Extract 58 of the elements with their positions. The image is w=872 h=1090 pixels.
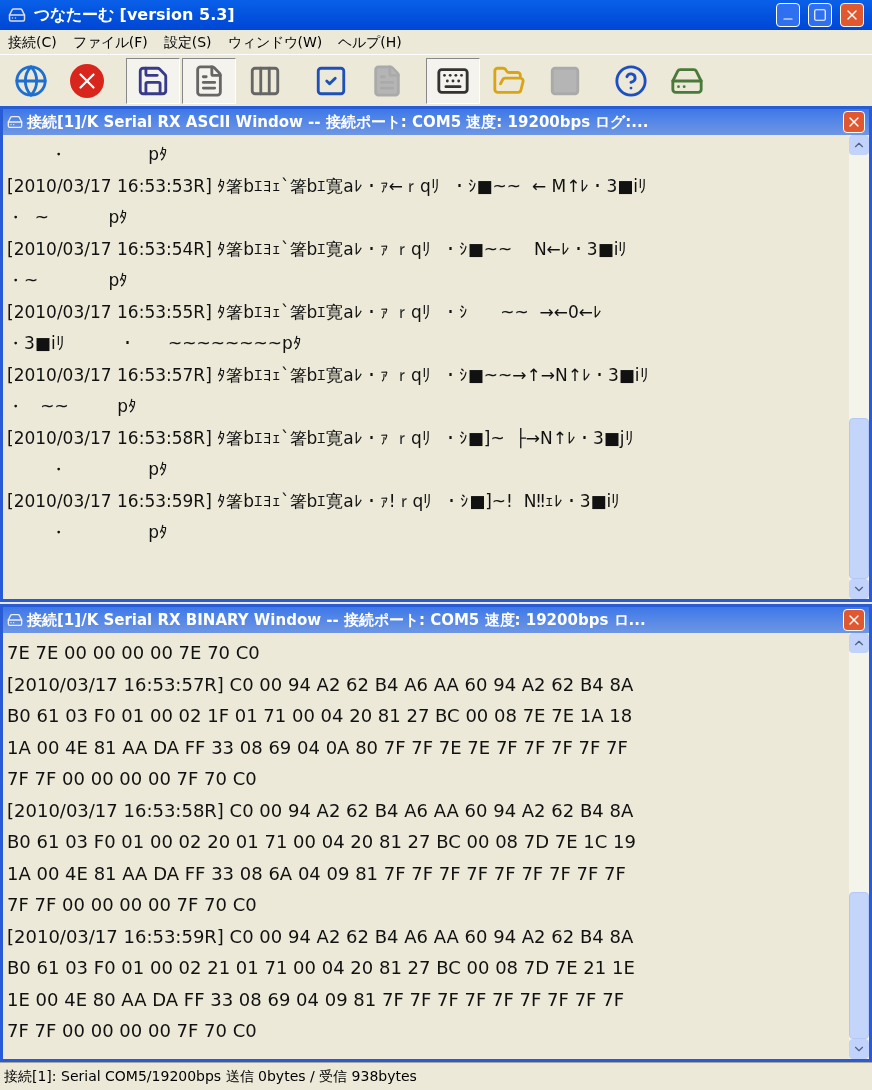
scrollbar[interactable]	[849, 135, 869, 599]
log-line: B0 61 03 F0 01 00 02 21 01 71 00 04 20 81 27 BC 00 08 7D 7E 21 1E	[7, 956, 636, 980]
log-line: B0 61 03 F0 01 00 02 20 01 71 00 04 20 81 27 BC 00 08 7D 7E 1C 19	[7, 830, 637, 854]
app-icon	[8, 6, 26, 24]
scroll-up-button[interactable]	[849, 135, 869, 155]
toolbar-button[interactable]	[182, 57, 236, 104]
window-title: つなたーむ [version 5.3]	[34, 4, 236, 26]
menu-item[interactable]: ウィンドウ(W)	[227, 31, 323, 53]
log-line: [2010/03/17 16:53:57R] C0 00 94 A2 62 B4 A6 AA 60 94 A2 62 B4 8A	[7, 672, 635, 697]
app-icon	[7, 612, 23, 628]
close-button[interactable]	[843, 111, 865, 133]
maximize-button[interactable]	[808, 3, 832, 27]
log-line: [2010/03/17 16:53:58R] ﾀ箸bｴﾖｪ`箸bｴ寛aﾚ・ｧ ｒqﾘ ・ｼ■]~ ├→N↑ﾚ・3■jﾘ	[7, 426, 635, 451]
log-line: ・~ pﾀ	[7, 269, 130, 292]
minimize-button[interactable]	[776, 3, 800, 27]
log-line: [2010/03/17 16:53:53R] ﾀ箸bｴﾖｪ`箸bｴ寛aﾚ・ｧ←ｒqﾘ ・ｼ■~~ ← M↑ﾚ・3■iﾘ	[7, 174, 649, 198]
log-line: [2010/03/17 16:53:59R] C0 00 94 A2 62 B4 A6 AA 60 94 A2 62 B4 8A	[7, 924, 635, 949]
scroll-down-button[interactable]	[849, 1039, 869, 1059]
log-line: 7F 7F 00 00 00 00 7F 70 C0	[7, 767, 258, 791]
scroll-thumb[interactable]	[849, 892, 869, 1039]
menu-item[interactable]: ファイル(F)	[72, 31, 148, 53]
log-line: ・ ~ pﾀ	[7, 206, 130, 229]
log-line: 7F 7F 00 00 00 00 7F 70 C0	[7, 893, 258, 917]
globe-icon	[14, 63, 48, 98]
log-line: [2010/03/17 16:53:58R] C0 00 94 A2 62 B4 A6 AA 60 94 A2 62 B4 8A	[7, 798, 635, 823]
log-line: ・3■iﾘ ・ ~~~~~~~~pﾀ	[7, 332, 303, 355]
scroll-up-button[interactable]	[849, 633, 869, 653]
close-button[interactable]	[843, 609, 865, 631]
app-icon	[7, 114, 23, 130]
log-line: ・ ~~ pﾀ	[7, 395, 139, 418]
log-line: 1E 00 4E 80 AA DA FF 33 08 69 04 09 81 7F 7F 7F 7F 7F 7F 7F 7F 7F	[7, 987, 625, 1012]
window-title: 接続[1]/K Serial RX BINARY Window -- 接続ポート: COM5 速度: 19200bps ロ...	[27, 609, 647, 631]
log-line: ・ pﾀ	[49, 521, 170, 544]
status-text: 接続[1]: Serial COM5/19200bps 送信 0bytes / 受信 938bytes	[4, 1067, 417, 1086]
toolbar-button[interactable]	[126, 57, 180, 104]
close-button[interactable]	[840, 3, 864, 27]
log-line: B0 61 03 F0 01 00 02 1F 01 71 00 04 20 81 27 BC 00 08 7E 7E 1A 18	[7, 704, 634, 728]
log-line: ・ pﾀ	[49, 143, 170, 166]
log-line: [2010/03/17 16:53:55R] ﾀ箸bｴﾖｪ`箸bｴ寛aﾚ・ｧ ｒqﾘ ・ｼ ~~ →←0←ﾚ	[7, 300, 603, 324]
menu-item[interactable]: ヘルプ(H)	[338, 31, 402, 53]
menu-item[interactable]: 設定(S)	[163, 31, 212, 53]
log-line: 1A 00 4E 81 AA DA FF 33 08 69 04 0A 80 7F 7F 7E 7E 7F 7F 7F 7F 7F	[7, 735, 629, 760]
log-line: [2010/03/17 16:53:57R] ﾀ箸bｴﾖｪ`箸bｴ寛aﾚ・ｧ ｒqﾘ ・ｼ■~~→↑→N↑ﾚ・3■iﾘ	[7, 363, 650, 387]
help-icon	[614, 63, 648, 98]
close-icon	[70, 63, 104, 98]
log-line: 7F 7F 00 00 00 00 7F 70 C0	[7, 1019, 258, 1043]
menu-item[interactable]: 接続(C)	[8, 31, 57, 53]
toolbar-button[interactable]	[426, 57, 480, 104]
log-line: ・ pﾀ	[49, 458, 170, 481]
scrollbar[interactable]	[849, 633, 869, 1059]
maximize-icon	[813, 8, 827, 22]
log-line: 1A 00 4E 81 AA DA FF 33 08 6A 04 09 81 7F 7F 7F 7F 7F 7F 7F 7F 7F	[7, 861, 627, 886]
scroll-down-button[interactable]	[849, 579, 869, 599]
log-line: 7E 7E 00 00 00 00 7E 70 C0	[7, 641, 261, 665]
log-line: [2010/03/17 16:53:54R] ﾀ箸bｴﾖｪ`箸bｴ寛aﾚ・ｧ ｒqﾘ ・ｼ■~~ N←ﾚ・3■iﾘ	[7, 237, 629, 261]
scroll-thumb[interactable]	[849, 417, 869, 579]
window-title: 接続[1]/K Serial RX ASCII Window -- 接続ポート: COM5 速度: 19200bps ログ:...	[27, 111, 650, 133]
log-line: [2010/03/17 16:53:59R] ﾀ箸bｴﾖｪ`箸bｴ寛aﾚ・ｧ!ｒqﾘ ・ｼ■]~! N‼ｪﾚ・3■iﾘ	[7, 489, 622, 513]
